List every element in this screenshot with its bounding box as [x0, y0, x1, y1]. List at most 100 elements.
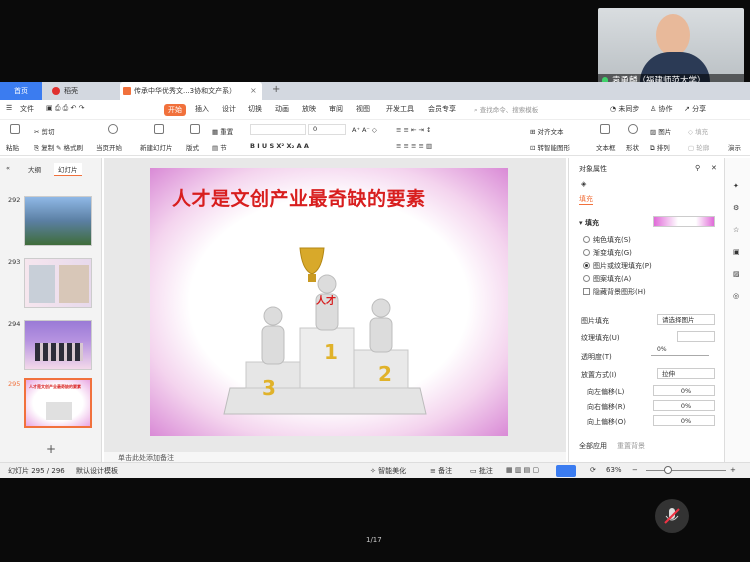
radio-gradient[interactable]	[583, 249, 590, 256]
radio-solid[interactable]	[583, 236, 590, 243]
menu-start[interactable]: 开始	[164, 104, 186, 116]
shape-icon[interactable]	[628, 124, 638, 134]
reset-bg-button[interactable]: 重置背景	[617, 441, 645, 451]
properties-tool-icon[interactable]: ⚙	[733, 204, 739, 212]
new-slide-icon[interactable]	[154, 124, 164, 134]
label-right-offset: 向右偏移(R)	[587, 403, 626, 411]
convert-smartart-button[interactable]: ⊡ 转智能图形	[530, 142, 570, 152]
label-gradient: 渐变填充(G)	[593, 249, 632, 257]
picture-button[interactable]: ▨ 图片	[650, 126, 671, 136]
close-tab-icon[interactable]: ×	[250, 86, 257, 95]
apply-all-button[interactable]: 全部应用	[579, 441, 607, 451]
reset-button[interactable]: ▦ 重置	[212, 126, 233, 136]
menu-view[interactable]: 视图	[356, 104, 370, 114]
zoom-slider-knob[interactable]	[664, 466, 672, 474]
align-text-button[interactable]: ⊞ 对齐文本	[530, 126, 564, 136]
font-name-select[interactable]	[250, 124, 306, 135]
placement-select[interactable]: 拉伸	[657, 368, 715, 379]
current-slide[interactable]: 人才是文创产业最奇缺的要素 人才 1 2 3	[150, 168, 508, 436]
textbox-button[interactable]: 文本框	[596, 142, 616, 152]
transparency-slider[interactable]	[651, 355, 709, 356]
zoom-out-icon[interactable]: −	[632, 466, 638, 474]
tab-document[interactable]: 传承中华优秀文...3协和文产系）	[120, 82, 262, 100]
font-style-buttons[interactable]: B I U S X² X₂ A A	[250, 142, 309, 150]
collab-button[interactable]: ♙ 协作	[650, 104, 673, 114]
font-size-select[interactable]: 0	[308, 124, 346, 135]
fit-window-icon[interactable]: ⟳	[590, 466, 596, 474]
tab-outline[interactable]: 大纲	[28, 164, 41, 174]
pin-icon[interactable]: ⚲	[695, 164, 700, 172]
slide-thumbnail[interactable]	[24, 196, 92, 246]
mute-mic-icon[interactable]	[655, 499, 689, 533]
menu-animation[interactable]: 动画	[275, 104, 289, 114]
presentation-button[interactable]: 演示	[728, 142, 741, 152]
layout-button[interactable]: 版式	[186, 142, 199, 152]
textbox-icon[interactable]	[600, 124, 610, 134]
copy-button[interactable]: ⎘ 复制	[34, 142, 54, 153]
align-buttons[interactable]: ≡ ≡ ≡ ≡ ▥	[396, 142, 432, 150]
slide-thumbnail-active[interactable]: 人才是文创产业最奇缺的要素	[24, 378, 92, 428]
animation-tool-icon[interactable]: ☆	[733, 226, 739, 234]
fill-preview-select[interactable]	[653, 216, 715, 227]
share-button[interactable]: ↗ 分享	[684, 104, 706, 114]
tab-slides[interactable]: 幻灯片	[54, 163, 82, 176]
hide-bg-checkbox[interactable]	[583, 288, 590, 295]
section-button[interactable]: ▤ 节	[212, 142, 227, 152]
template-tool-icon[interactable]: ▣	[733, 248, 740, 256]
radio-picture[interactable]	[583, 262, 590, 269]
collapse-panel-icon[interactable]: «	[6, 164, 10, 172]
quick-save-icon[interactable]: ▣ ⎙ ⎙ ↶ ↷	[46, 104, 84, 113]
new-slide-button[interactable]: 新建幻灯片	[140, 142, 173, 152]
close-panel-icon[interactable]: ✕	[711, 164, 717, 172]
command-search[interactable]: ⌕ 查找命令、搜索模板	[474, 104, 538, 115]
add-slide-icon[interactable]: +	[46, 442, 56, 456]
list-buttons[interactable]: ≡ ≡ ⇤ ⇥ ↕	[396, 126, 432, 134]
arrange-button[interactable]: ⧉ 排列	[650, 142, 670, 153]
menu-design[interactable]: 设计	[222, 104, 236, 114]
fill-button[interactable]: ◇ 填充	[688, 126, 708, 136]
play-slideshow-button[interactable]	[556, 465, 576, 477]
paste-button[interactable]: 粘贴	[6, 142, 19, 152]
play-from-current-button[interactable]: 当页开始	[96, 142, 122, 152]
menu-member[interactable]: 会员专享	[428, 104, 456, 114]
beautify-button[interactable]: ✧ 智能美化	[370, 466, 406, 476]
backup-tool-icon[interactable]: ◎	[733, 292, 739, 300]
fill-tab-icon[interactable]: ◈	[581, 180, 586, 188]
font-size-up-icon[interactable]: A⁺ A⁻ ◇	[352, 126, 377, 134]
view-buttons[interactable]: ▦ ▥ ▤ ▢	[506, 466, 539, 474]
zoom-in-icon[interactable]: +	[730, 466, 736, 474]
comments-toggle[interactable]: ▭ 批注	[470, 466, 493, 476]
design-tool-icon[interactable]: ✦	[733, 182, 739, 190]
tab-daoke[interactable]: 稻壳	[50, 82, 110, 100]
format-painter-button[interactable]: ✎ 格式刷	[56, 142, 83, 152]
picture-fill-select[interactable]: 请选择图片	[657, 314, 715, 325]
radio-pattern[interactable]	[583, 275, 590, 282]
tab-home[interactable]: 首页	[0, 82, 42, 100]
texture-fill-select[interactable]	[677, 331, 715, 342]
hamburger-icon[interactable]: ☰	[6, 104, 12, 112]
paste-icon[interactable]	[10, 124, 20, 134]
slide-title[interactable]: 人才是文创产业最奇缺的要素	[172, 184, 426, 211]
layout-icon[interactable]	[190, 124, 200, 134]
play-from-current-icon[interactable]	[108, 124, 118, 134]
menu-insert[interactable]: 插入	[195, 104, 209, 114]
sync-status[interactable]: ◔ 未同步	[610, 104, 639, 114]
menu-review[interactable]: 审阅	[329, 104, 343, 114]
notes-toggle[interactable]: ≡ 备注	[430, 466, 452, 476]
right-offset-input[interactable]: 0%	[653, 400, 715, 411]
shape-button[interactable]: 形状	[626, 142, 639, 152]
left-offset-input[interactable]: 0%	[653, 385, 715, 396]
new-tab-icon[interactable]: +	[272, 84, 280, 95]
menu-file[interactable]: 文件	[20, 104, 34, 114]
slide-thumbnail[interactable]	[24, 258, 92, 308]
picture-tool-icon[interactable]: ▨	[733, 270, 740, 278]
zoom-slider[interactable]	[646, 470, 726, 471]
tab-fill[interactable]: 填充	[579, 194, 593, 205]
menu-slideshow[interactable]: 放映	[302, 104, 316, 114]
menu-transition[interactable]: 切换	[248, 104, 262, 114]
slide-thumbnail[interactable]	[24, 320, 92, 370]
outline-button[interactable]: ▢ 轮廓	[688, 142, 709, 152]
menu-devtools[interactable]: 开发工具	[386, 104, 414, 114]
cut-button[interactable]: ✂ 剪切	[34, 126, 55, 136]
up-offset-input[interactable]: 0%	[653, 415, 715, 426]
